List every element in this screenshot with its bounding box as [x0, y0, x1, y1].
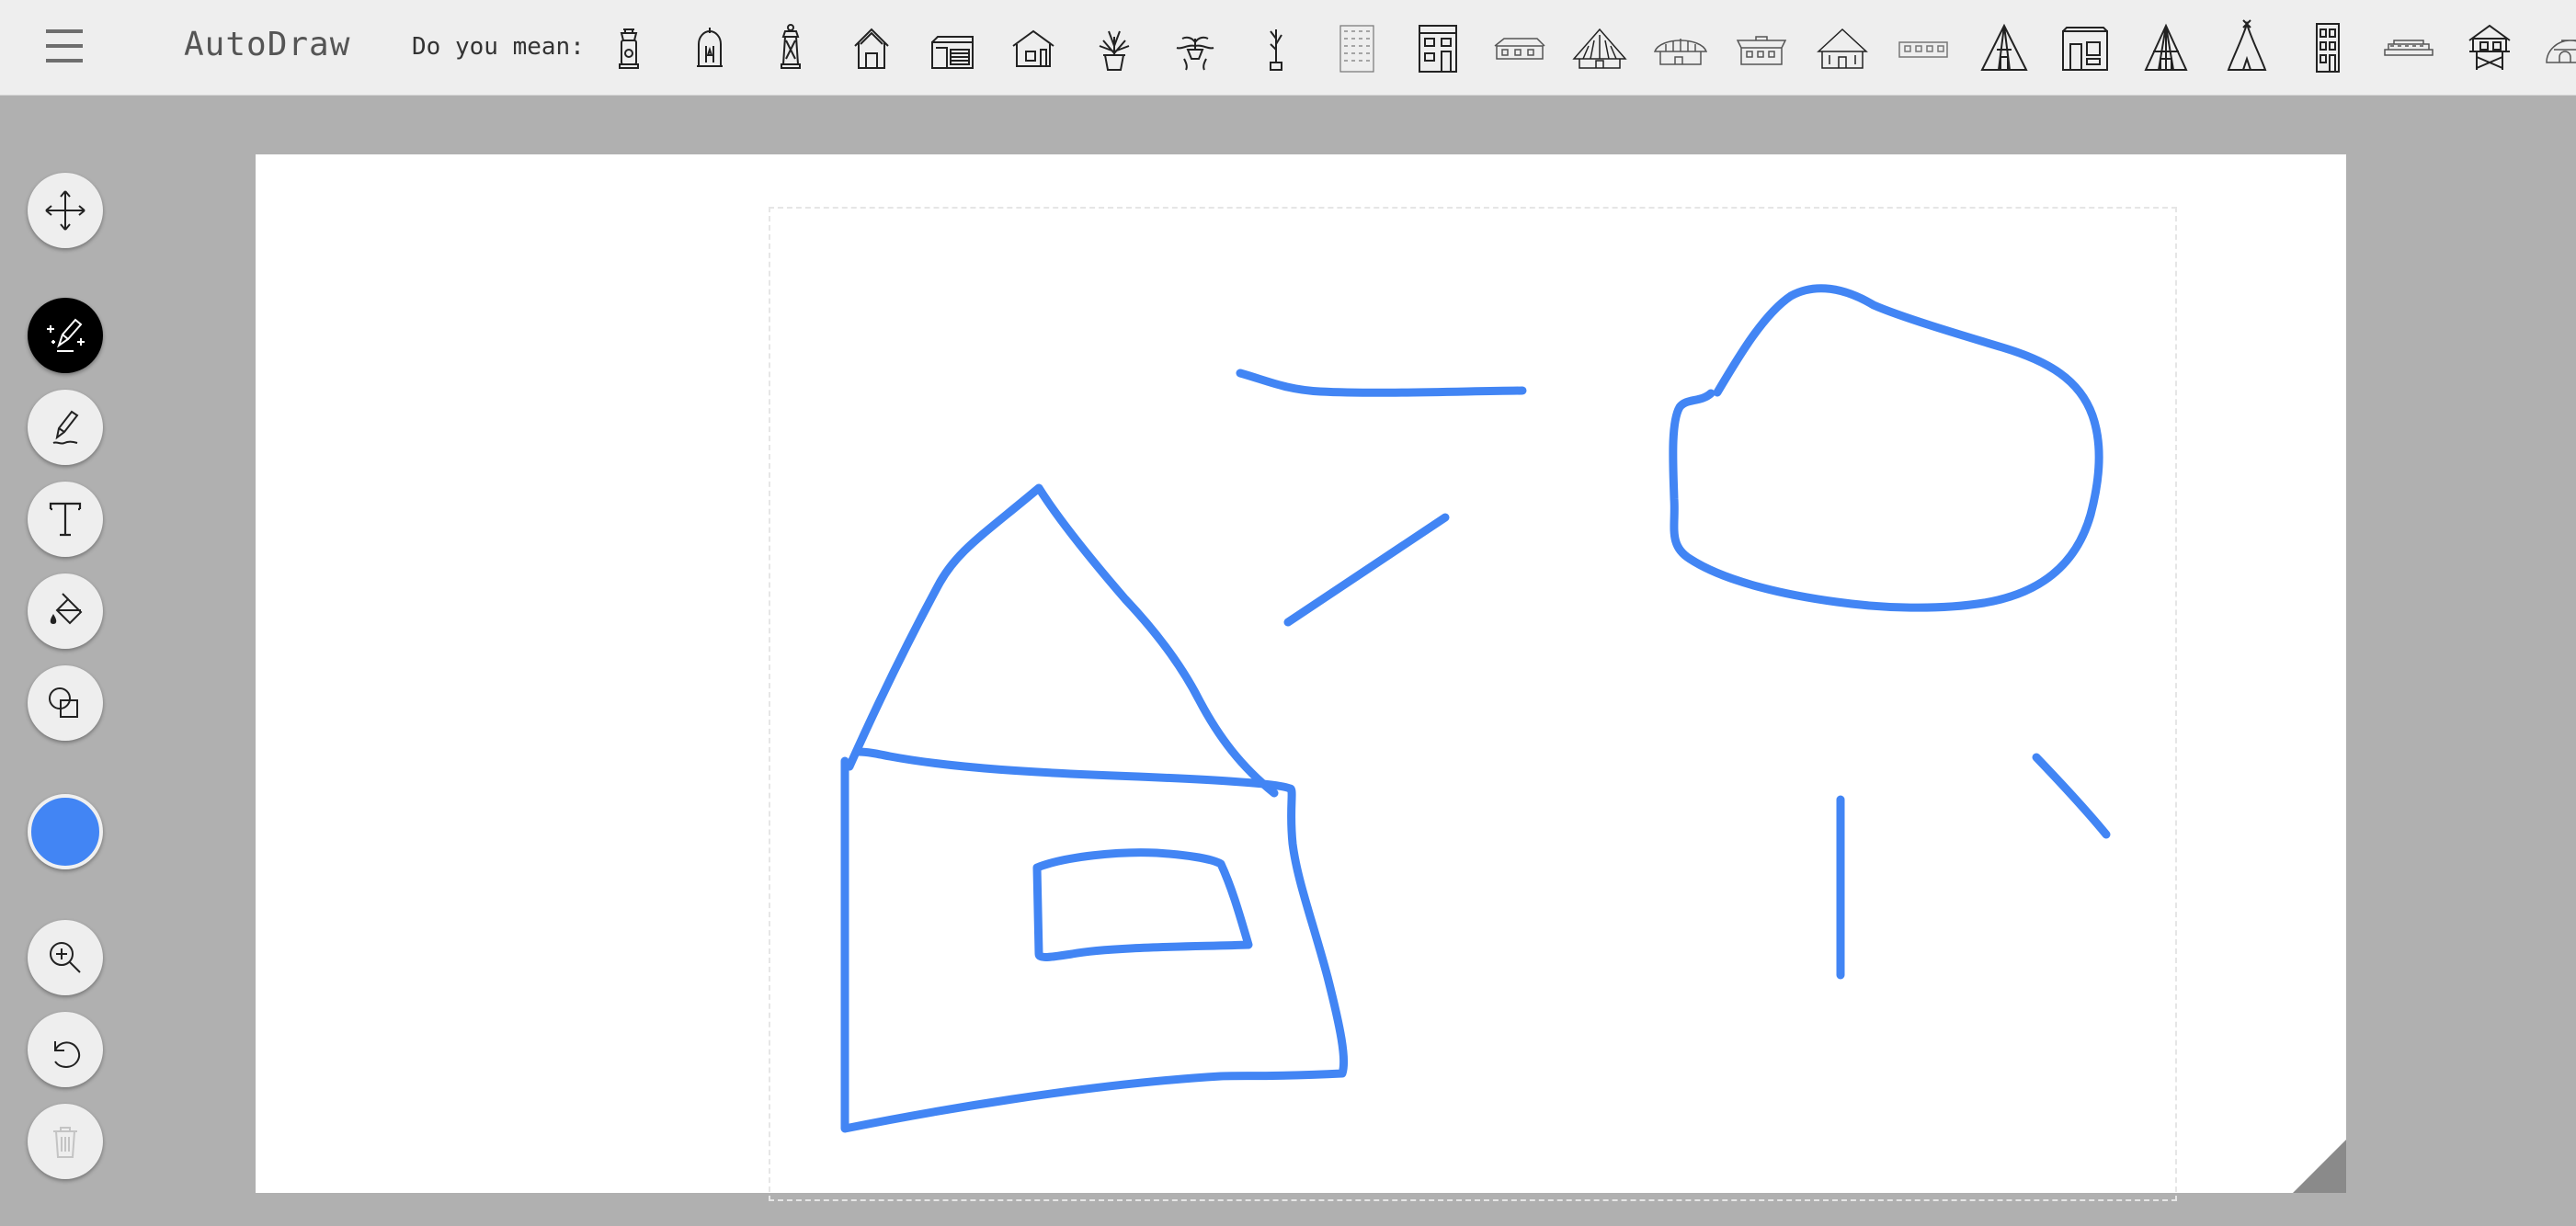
- select-tool-button[interactable]: [28, 173, 103, 248]
- top-bar: AutoDraw Do you mean:: [0, 0, 2576, 96]
- shape-tool-button[interactable]: [28, 665, 103, 741]
- zoom-in-icon: [50, 942, 81, 973]
- color-picker-button[interactable]: [28, 794, 103, 869]
- suggestions-label: Do you mean:: [412, 33, 585, 61]
- move-arrows-icon: [45, 190, 85, 231]
- zoom-button[interactable]: [28, 920, 103, 995]
- stroke-house-body: [840, 747, 1349, 1133]
- stroke-diagonal-dash: [1283, 513, 1450, 627]
- suggestion-building-icon[interactable]: [1316, 13, 1397, 83]
- suggestion-lantern-icon[interactable]: [588, 13, 669, 83]
- suggestion-house-icon[interactable]: [1883, 13, 1964, 83]
- magic-pencil-icon: [47, 318, 85, 352]
- draw-tool-button[interactable]: [28, 390, 103, 465]
- suggestion-potted-plant-icon[interactable]: [1074, 13, 1155, 83]
- text-icon: [49, 502, 82, 537]
- undo-button[interactable]: [28, 1012, 103, 1087]
- stroke-window: [1032, 848, 1253, 961]
- suggestion-igloo-icon[interactable]: [2530, 13, 2576, 83]
- suggestion-house-icon[interactable]: [831, 13, 912, 83]
- suggestion-house-icon[interactable]: [2368, 13, 2449, 83]
- stroke-right-dash: [2032, 753, 2111, 839]
- paint-bucket-icon: [50, 593, 83, 625]
- pencil-icon: [52, 410, 79, 445]
- type-tool-button[interactable]: [28, 482, 103, 557]
- suggestion-building-icon[interactable]: [2287, 13, 2368, 83]
- suggestion-tent-icon[interactable]: [1964, 13, 2045, 83]
- trash-icon: [53, 1127, 77, 1158]
- suggestion-building-icon[interactable]: [1397, 13, 1478, 83]
- suggestion-lantern-icon[interactable]: [669, 13, 750, 83]
- suggestion-hut-icon[interactable]: [1559, 13, 1640, 83]
- stroke-roof: [845, 483, 1279, 798]
- undo-icon: [54, 1041, 81, 1069]
- user-strokes: [840, 284, 2111, 1133]
- suggestion-potted-plant-icon[interactable]: [1155, 13, 1236, 83]
- app-title: AutoDraw: [184, 26, 351, 63]
- delete-button[interactable]: [28, 1104, 103, 1179]
- suggestion-plant-icon[interactable]: [1236, 13, 1316, 83]
- suggestion-house-icon[interactable]: [993, 13, 1074, 83]
- autodraw-tool-button[interactable]: [28, 298, 103, 373]
- suggestion-lantern-icon[interactable]: [750, 13, 831, 83]
- canvas-resize-handle[interactable]: [2293, 1140, 2346, 1193]
- suggestion-house-icon[interactable]: [2449, 13, 2530, 83]
- suggestion-hut-icon[interactable]: [1640, 13, 1721, 83]
- stroke-dash-top: [1236, 369, 1527, 397]
- stroke-cloud: [1669, 284, 2103, 612]
- suggestion-tent-icon[interactable]: [2206, 13, 2287, 83]
- fill-tool-button[interactable]: [28, 573, 103, 649]
- suggestion-house-icon[interactable]: [912, 13, 993, 83]
- suggestion-list: [588, 13, 2576, 83]
- suggestion-house-icon[interactable]: [1721, 13, 1802, 83]
- drawing-canvas[interactable]: [256, 154, 2346, 1201]
- suggestion-house-icon[interactable]: [2045, 13, 2126, 83]
- shapes-icon: [49, 687, 78, 718]
- suggestion-tent-icon[interactable]: [2126, 13, 2206, 83]
- hamburger-menu-icon[interactable]: [46, 28, 83, 64]
- suggestion-hut-icon[interactable]: [1802, 13, 1883, 83]
- suggestion-house-icon[interactable]: [1478, 13, 1559, 83]
